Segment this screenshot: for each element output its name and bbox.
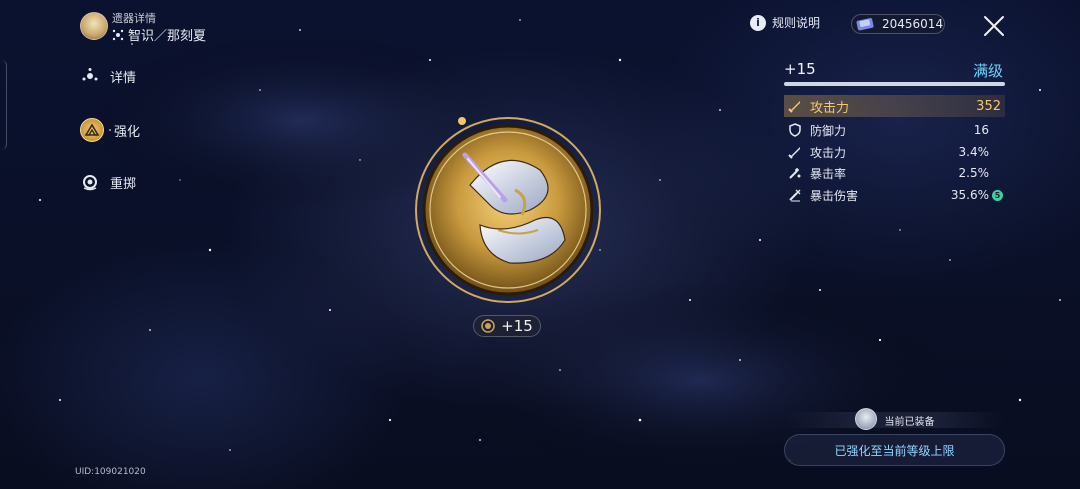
enhance-icon: [80, 118, 104, 142]
relic-exp-ticket-icon: [856, 18, 874, 31]
relic-level-text: +15: [501, 317, 533, 335]
max-level-label: 满级: [973, 62, 1004, 80]
nav-label: 强化: [114, 124, 141, 140]
nav-tab-reroll[interactable]: 重掷: [80, 172, 136, 192]
sub-stat-row: 攻击力 3.4%: [784, 142, 1005, 162]
nav-label: 重掷: [110, 176, 137, 192]
info-icon: i: [750, 14, 766, 31]
nav-tab-enhance[interactable]: 强化: [80, 118, 140, 142]
nav-label: 详情: [110, 70, 137, 86]
level-progress-fill: [784, 82, 1005, 86]
stat-level: +15: [784, 60, 816, 78]
details-icon: [80, 66, 100, 86]
sub-stat-label: 攻击力: [810, 145, 847, 160]
page-title: 智识／那刻夏: [112, 25, 206, 44]
main-stat-label: 攻击力: [810, 100, 850, 116]
close-icon[interactable]: [982, 14, 1006, 38]
shield-icon: [789, 123, 801, 137]
nav-tab-details[interactable]: 详情: [80, 66, 136, 86]
level-coin-icon: [481, 319, 495, 333]
roll-count-badge: 5: [992, 189, 1003, 201]
character-avatar: [80, 12, 108, 40]
erudition-path-icon: [112, 29, 124, 40]
crit-dmg-icon: [789, 189, 801, 202]
equipped-character-avatar: [854, 408, 877, 430]
relic-enhance-screen: 遗器详情 智识／那刻夏 详情 强化 重掷 UID:109021020 i 规则说…: [0, 0, 1080, 489]
rules-button[interactable]: i 规则说明: [750, 14, 820, 31]
edge-tab: [0, 60, 7, 150]
sub-stat-row: 防御力 16: [784, 120, 1005, 140]
rules-label: 规则说明: [772, 16, 821, 30]
level-progress-bar: [784, 82, 1005, 86]
sub-stat-label: 防御力: [810, 123, 847, 138]
page-title-text: 智识／那刻夏: [128, 29, 207, 44]
max-enhanced-button[interactable]: 已强化至当前等级上限: [784, 434, 1005, 466]
sub-stat-row: 暴击率 2.5%: [784, 163, 1005, 183]
relic-image: [415, 117, 601, 303]
sub-stat-row: 暴击伤害 35.6% 5: [784, 185, 1005, 205]
sword-icon: [788, 147, 800, 159]
sub-stat-value: 3.4%: [958, 145, 990, 159]
page-subtitle: 遗器详情: [112, 12, 156, 25]
sub-stat-value: 35.6%: [950, 188, 989, 202]
sub-stat-value: 2.5%: [958, 166, 990, 180]
currency-value: 20456014: [882, 17, 944, 31]
main-stat-row: 攻击力 352: [784, 95, 1005, 117]
sub-stat-label: 暴击率: [810, 166, 847, 181]
equipped-label: 当前已装备: [884, 416, 935, 428]
main-stat-value: 352: [976, 98, 1001, 114]
sword-icon: [788, 101, 800, 113]
currency-display: 20456014: [851, 14, 945, 34]
sub-stat-label: 暴击伤害: [810, 188, 859, 203]
equipped-indicator: 当前已装备: [784, 408, 1005, 430]
sub-stat-value: 16: [973, 123, 989, 137]
uid-label: UID:109021020: [75, 467, 146, 477]
crit-rate-icon: [789, 168, 801, 179]
relic-level-badge: +15: [473, 315, 541, 337]
reroll-icon: [80, 172, 100, 192]
max-enhanced-label: 已强化至当前等级上限: [834, 443, 955, 458]
